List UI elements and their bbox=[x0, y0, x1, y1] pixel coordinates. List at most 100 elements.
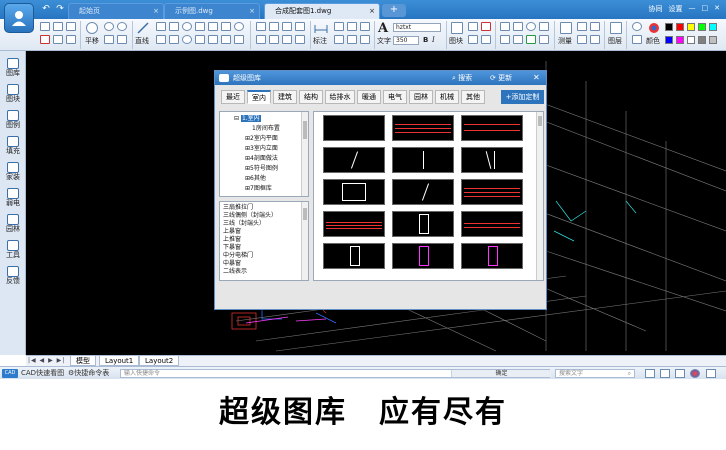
color-swatch[interactable] bbox=[665, 23, 673, 31]
category-tab-structure[interactable]: 结构 bbox=[299, 90, 323, 104]
color-swatch[interactable] bbox=[687, 23, 695, 31]
left-tool-tool[interactable]: 工具 bbox=[2, 239, 24, 263]
text-size-select[interactable]: 350 bbox=[393, 36, 419, 45]
layout-tab-layout1[interactable]: Layout1 bbox=[99, 356, 140, 366]
confirm-button[interactable]: 确定 bbox=[451, 370, 551, 377]
category-tab-hvac[interactable]: 暖通 bbox=[357, 90, 381, 104]
thumbnail[interactable] bbox=[392, 211, 454, 237]
list-item[interactable]: 中暴窗 bbox=[223, 260, 241, 268]
layer-icon[interactable] bbox=[610, 22, 622, 34]
thumbnail[interactable] bbox=[392, 147, 454, 173]
thumbnail[interactable] bbox=[461, 115, 523, 141]
scale-icon[interactable] bbox=[256, 35, 266, 44]
tree-node[interactable]: 1房间布置 bbox=[252, 125, 280, 133]
tree-node[interactable]: ⊞6其他 bbox=[245, 175, 266, 183]
list-item[interactable]: 二线表示 bbox=[223, 268, 247, 276]
dimension-icon[interactable] bbox=[314, 22, 328, 34]
measure-icon[interactable] bbox=[560, 22, 572, 34]
dim-aligned-icon[interactable] bbox=[347, 22, 357, 31]
region-icon[interactable] bbox=[208, 35, 218, 44]
tree-node[interactable]: ⊞4剖面做法 bbox=[245, 155, 278, 163]
tab-start-page[interactable]: 起始页 × bbox=[68, 3, 164, 19]
tree-node[interactable]: ⊞3室内立面 bbox=[245, 145, 278, 153]
grid-scrollbar[interactable] bbox=[536, 112, 543, 280]
cloud-icon[interactable] bbox=[156, 35, 166, 44]
close-icon[interactable]: ✕ bbox=[714, 4, 720, 14]
list-item[interactable]: 三扇推拉门 bbox=[223, 204, 253, 212]
command-input[interactable]: 输入快捷命令 确定 bbox=[120, 369, 551, 378]
close-icon[interactable]: × bbox=[369, 4, 375, 19]
dim-radius-icon[interactable] bbox=[334, 35, 344, 44]
tree-scrollbar[interactable] bbox=[301, 112, 308, 196]
erase-icon[interactable] bbox=[234, 35, 244, 44]
layout-icon[interactable] bbox=[660, 369, 670, 378]
close-icon[interactable]: × bbox=[153, 4, 159, 19]
bg-color-icon[interactable] bbox=[675, 369, 685, 378]
category-tab-other[interactable]: 其他 bbox=[461, 90, 485, 104]
thumbnail[interactable] bbox=[461, 243, 523, 269]
list-item[interactable]: 上暴窗 bbox=[223, 228, 241, 236]
tab-active-dwg[interactable]: 合成配套图1.dwg × bbox=[264, 3, 380, 19]
category-tab-recent[interactable]: 最近 bbox=[221, 90, 245, 104]
hatch-icon[interactable] bbox=[169, 35, 179, 44]
minimize-icon[interactable]: — bbox=[689, 4, 696, 14]
rect-icon[interactable] bbox=[169, 22, 179, 31]
compare-icon[interactable] bbox=[513, 22, 523, 31]
thumbnail[interactable] bbox=[392, 115, 454, 141]
color-swatch[interactable] bbox=[676, 23, 684, 31]
grid-icon[interactable] bbox=[539, 35, 549, 44]
category-tab-mechanical[interactable]: 机械 bbox=[435, 90, 459, 104]
open-icon[interactable] bbox=[53, 22, 63, 31]
cut-icon[interactable] bbox=[481, 35, 491, 44]
area-icon[interactable] bbox=[577, 22, 587, 31]
list-item[interactable]: 三线偶侧（封端头） bbox=[223, 212, 277, 220]
list-scrollbar[interactable] bbox=[301, 202, 308, 280]
dialog-close-button[interactable]: ✕ bbox=[533, 71, 540, 85]
zoom-out-icon[interactable] bbox=[117, 22, 127, 31]
color-swatch[interactable] bbox=[709, 36, 717, 44]
linetype-icon[interactable] bbox=[632, 22, 642, 31]
print-icon[interactable] bbox=[40, 35, 50, 44]
italic-button[interactable]: I bbox=[432, 36, 435, 44]
color-swatch[interactable] bbox=[665, 36, 673, 44]
coord-icon[interactable] bbox=[590, 35, 600, 44]
color-icon[interactable] bbox=[648, 22, 660, 34]
thumbnail[interactable] bbox=[461, 211, 523, 237]
dim-arc-icon[interactable] bbox=[347, 35, 357, 44]
color-swatch[interactable] bbox=[698, 23, 706, 31]
text-icon[interactable]: A bbox=[378, 21, 388, 36]
line-icon[interactable] bbox=[137, 22, 149, 34]
share-icon[interactable] bbox=[66, 35, 76, 44]
donut-icon[interactable] bbox=[182, 35, 192, 44]
print-icon[interactable] bbox=[645, 369, 655, 378]
maximize-icon[interactable]: □ bbox=[702, 4, 709, 14]
spline-icon[interactable] bbox=[221, 22, 231, 31]
left-tool-library[interactable]: 图库 bbox=[2, 57, 24, 81]
thumbnail[interactable] bbox=[323, 211, 385, 237]
thumbnail[interactable] bbox=[392, 243, 454, 269]
app-menu-button[interactable] bbox=[4, 3, 34, 33]
add-custom-button[interactable]: +添加定制 bbox=[501, 90, 544, 104]
lock-icon[interactable] bbox=[526, 35, 536, 44]
add-tab-button[interactable]: + bbox=[382, 4, 406, 17]
trim-icon[interactable] bbox=[269, 35, 279, 44]
settings-link[interactable]: 设置 bbox=[669, 4, 683, 14]
distance-icon[interactable] bbox=[590, 22, 600, 31]
list-item[interactable]: 上推窗 bbox=[223, 236, 241, 244]
dialog-search-button[interactable]: ⌕ 搜索 bbox=[452, 71, 472, 85]
tree-node-root[interactable]: ⊟ 1.室内 bbox=[234, 115, 261, 123]
refresh-icon[interactable] bbox=[526, 22, 536, 31]
bold-button[interactable]: B bbox=[423, 36, 428, 44]
text-style-select[interactable]: hztxt bbox=[393, 23, 441, 32]
polyline-icon[interactable] bbox=[156, 22, 166, 31]
category-tab-architecture[interactable]: 建筑 bbox=[273, 90, 297, 104]
dialog-titlebar[interactable]: 超级图库 ⌕ 搜索 ⟳ 更新 ✕ bbox=[215, 71, 546, 85]
lineweight-icon[interactable] bbox=[632, 35, 642, 44]
category-tab-landscape[interactable]: 园林 bbox=[409, 90, 433, 104]
thumbnail[interactable] bbox=[323, 243, 385, 269]
insert-icon[interactable] bbox=[468, 22, 478, 31]
dialog-update-button[interactable]: ⟳ 更新 bbox=[490, 71, 512, 85]
dim-linear-icon[interactable] bbox=[334, 22, 344, 31]
text-search-input[interactable]: 搜索文字 ⌕ bbox=[555, 369, 635, 378]
table-icon[interactable] bbox=[539, 22, 549, 31]
